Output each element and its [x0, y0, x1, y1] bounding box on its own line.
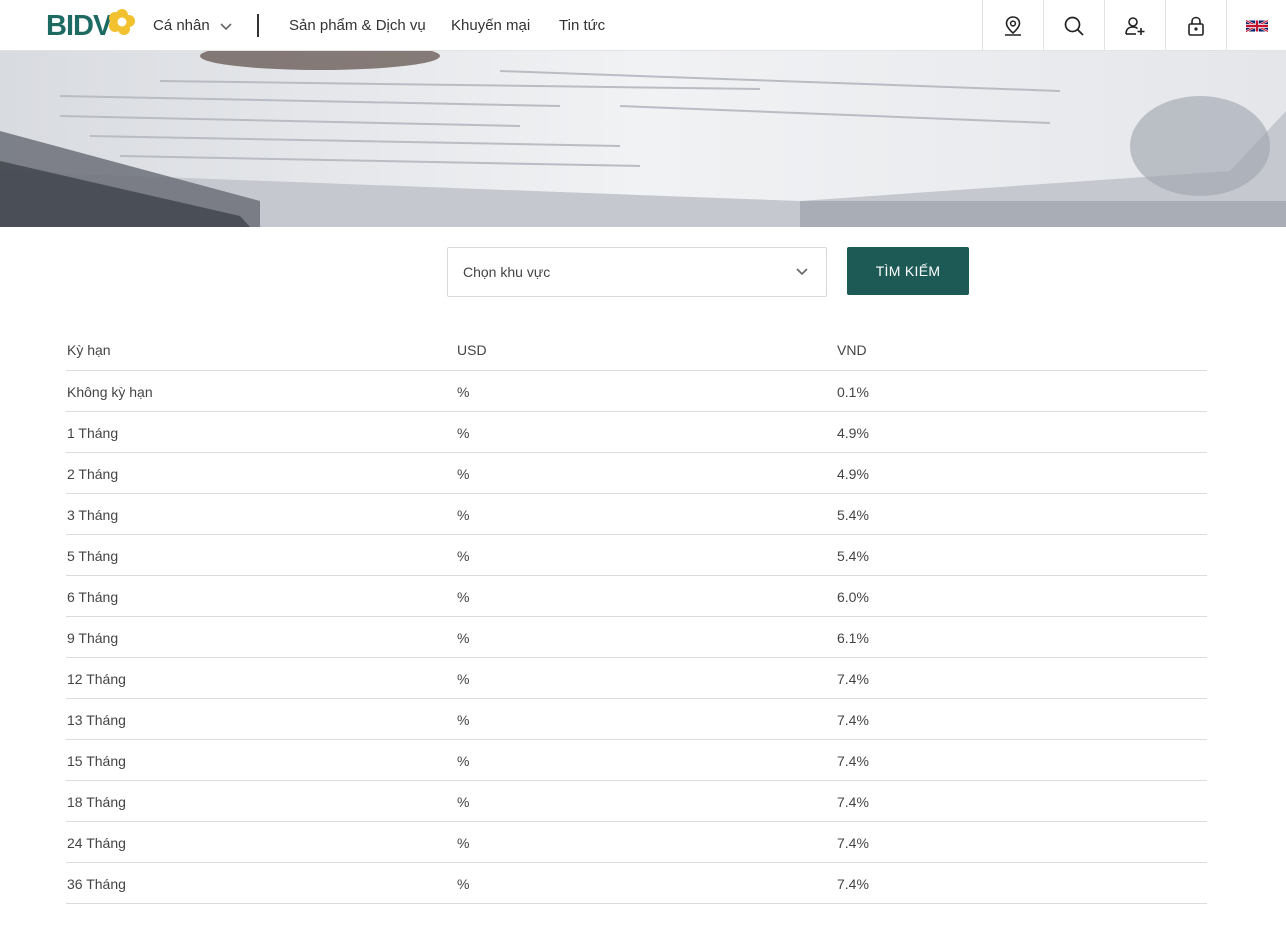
nav-products-services[interactable]: Sản phẩm & Dịch vụ [289, 17, 426, 34]
usd-rate-cell: % [457, 548, 470, 564]
chevron-down-icon [796, 268, 808, 276]
term-cell: 5 Tháng [67, 548, 119, 564]
usd-rate-cell: % [457, 753, 470, 769]
vnd-rate-cell: 6.1% [837, 630, 869, 646]
term-cell: 24 Tháng [67, 835, 126, 851]
add-user-icon [1125, 16, 1145, 35]
column-header-usd: USD [457, 342, 487, 358]
search-button[interactable] [1043, 0, 1104, 51]
register-button[interactable] [1104, 0, 1165, 51]
table-row: 18 Tháng% 7.4% [66, 781, 1207, 822]
document-photo [0, 51, 1286, 227]
column-header-vnd: VND [837, 342, 867, 358]
vnd-rate-cell: 7.4% [837, 876, 869, 892]
search-icon [1064, 16, 1084, 36]
term-cell: 12 Tháng [67, 671, 126, 687]
hero-banner-image [0, 51, 1286, 227]
table-row: 12 Tháng% 7.4% [66, 658, 1207, 699]
term-cell: 6 Tháng [67, 589, 119, 605]
term-cell: 1 Tháng [67, 425, 119, 441]
lock-icon [1188, 16, 1204, 36]
map-pin-icon [1005, 15, 1021, 36]
table-row: 36 Tháng% 7.4% [66, 863, 1207, 904]
usd-rate-cell: % [457, 507, 470, 523]
search-submit-button[interactable]: TÌM KIẾM [847, 247, 969, 295]
table-row: 15 Tháng% 7.4% [66, 740, 1207, 781]
term-cell: 3 Tháng [67, 507, 119, 523]
table-row: 1 Tháng% 4.9% [66, 412, 1207, 453]
segment-label: Cá nhân [153, 17, 210, 34]
table-row: Không kỳ hạn% 0.1% [66, 371, 1207, 412]
usd-rate-cell: % [457, 671, 470, 687]
term-cell: 9 Tháng [67, 630, 119, 646]
nav-promotions[interactable]: Khuyến mại [451, 17, 530, 34]
term-cell: 15 Tháng [67, 753, 126, 769]
vnd-rate-cell: 4.9% [837, 466, 869, 482]
table-row: 6 Tháng% 6.0% [66, 576, 1207, 617]
vnd-rate-cell: 7.4% [837, 794, 869, 810]
vnd-rate-cell: 7.4% [837, 835, 869, 851]
term-cell: 13 Tháng [67, 712, 126, 728]
nav-news[interactable]: Tin tức [559, 17, 605, 34]
term-cell: Không kỳ hạn [67, 384, 153, 400]
nav-divider [257, 14, 259, 37]
table-header-row: Kỳ hạn USD VND [66, 328, 1207, 371]
column-header-term: Kỳ hạn [67, 342, 111, 358]
term-cell: 2 Tháng [67, 466, 119, 482]
vnd-rate-cell: 5.4% [837, 507, 869, 523]
chevron-down-icon [220, 23, 232, 31]
vnd-rate-cell: 4.9% [837, 425, 869, 441]
usd-rate-cell: % [457, 794, 470, 810]
usd-rate-cell: % [457, 589, 470, 605]
term-cell: 36 Tháng [67, 876, 126, 892]
top-header: BIDV Cá nhân Sản phẩm & Dịch vụ Khuyến m… [0, 0, 1286, 51]
table-row: 3 Tháng% 5.4% [66, 494, 1207, 535]
table-row: 9 Tháng% 6.1% [66, 617, 1207, 658]
table-row: 24 Tháng% 7.4% [66, 822, 1207, 863]
vnd-rate-cell: 7.4% [837, 671, 869, 687]
table-row: 5 Tháng% 5.4% [66, 535, 1207, 576]
vnd-rate-cell: 7.4% [837, 712, 869, 728]
table-row: 13 Tháng% 7.4% [66, 699, 1207, 740]
vnd-rate-cell: 0.1% [837, 384, 869, 400]
term-cell: 18 Tháng [67, 794, 126, 810]
usd-rate-cell: % [457, 384, 470, 400]
logo-flower-icon [109, 9, 136, 35]
vnd-rate-cell: 5.4% [837, 548, 869, 564]
region-select-value: Chọn khu vực [463, 264, 551, 280]
usd-rate-cell: % [457, 466, 470, 482]
table-row: 2 Tháng% 4.9% [66, 453, 1207, 494]
language-button[interactable] [1226, 0, 1286, 51]
login-button[interactable] [1165, 0, 1226, 51]
region-select[interactable]: Chọn khu vực [447, 247, 827, 297]
location-button[interactable] [982, 0, 1043, 51]
bidv-logo[interactable]: BIDV [46, 9, 136, 42]
vnd-rate-cell: 6.0% [837, 589, 869, 605]
usd-rate-cell: % [457, 876, 470, 892]
vnd-rate-cell: 7.4% [837, 753, 869, 769]
usd-rate-cell: % [457, 835, 470, 851]
usd-rate-cell: % [457, 630, 470, 646]
usd-rate-cell: % [457, 712, 470, 728]
segment-dropdown[interactable]: Cá nhân [153, 17, 232, 34]
uk-flag-icon [1246, 19, 1268, 32]
interest-rate-table: Kỳ hạn USD VND Không kỳ hạn% 0.1% 1 Tháng%… [66, 328, 1207, 904]
logo-text: BIDV [46, 10, 112, 42]
usd-rate-cell: % [457, 425, 470, 441]
